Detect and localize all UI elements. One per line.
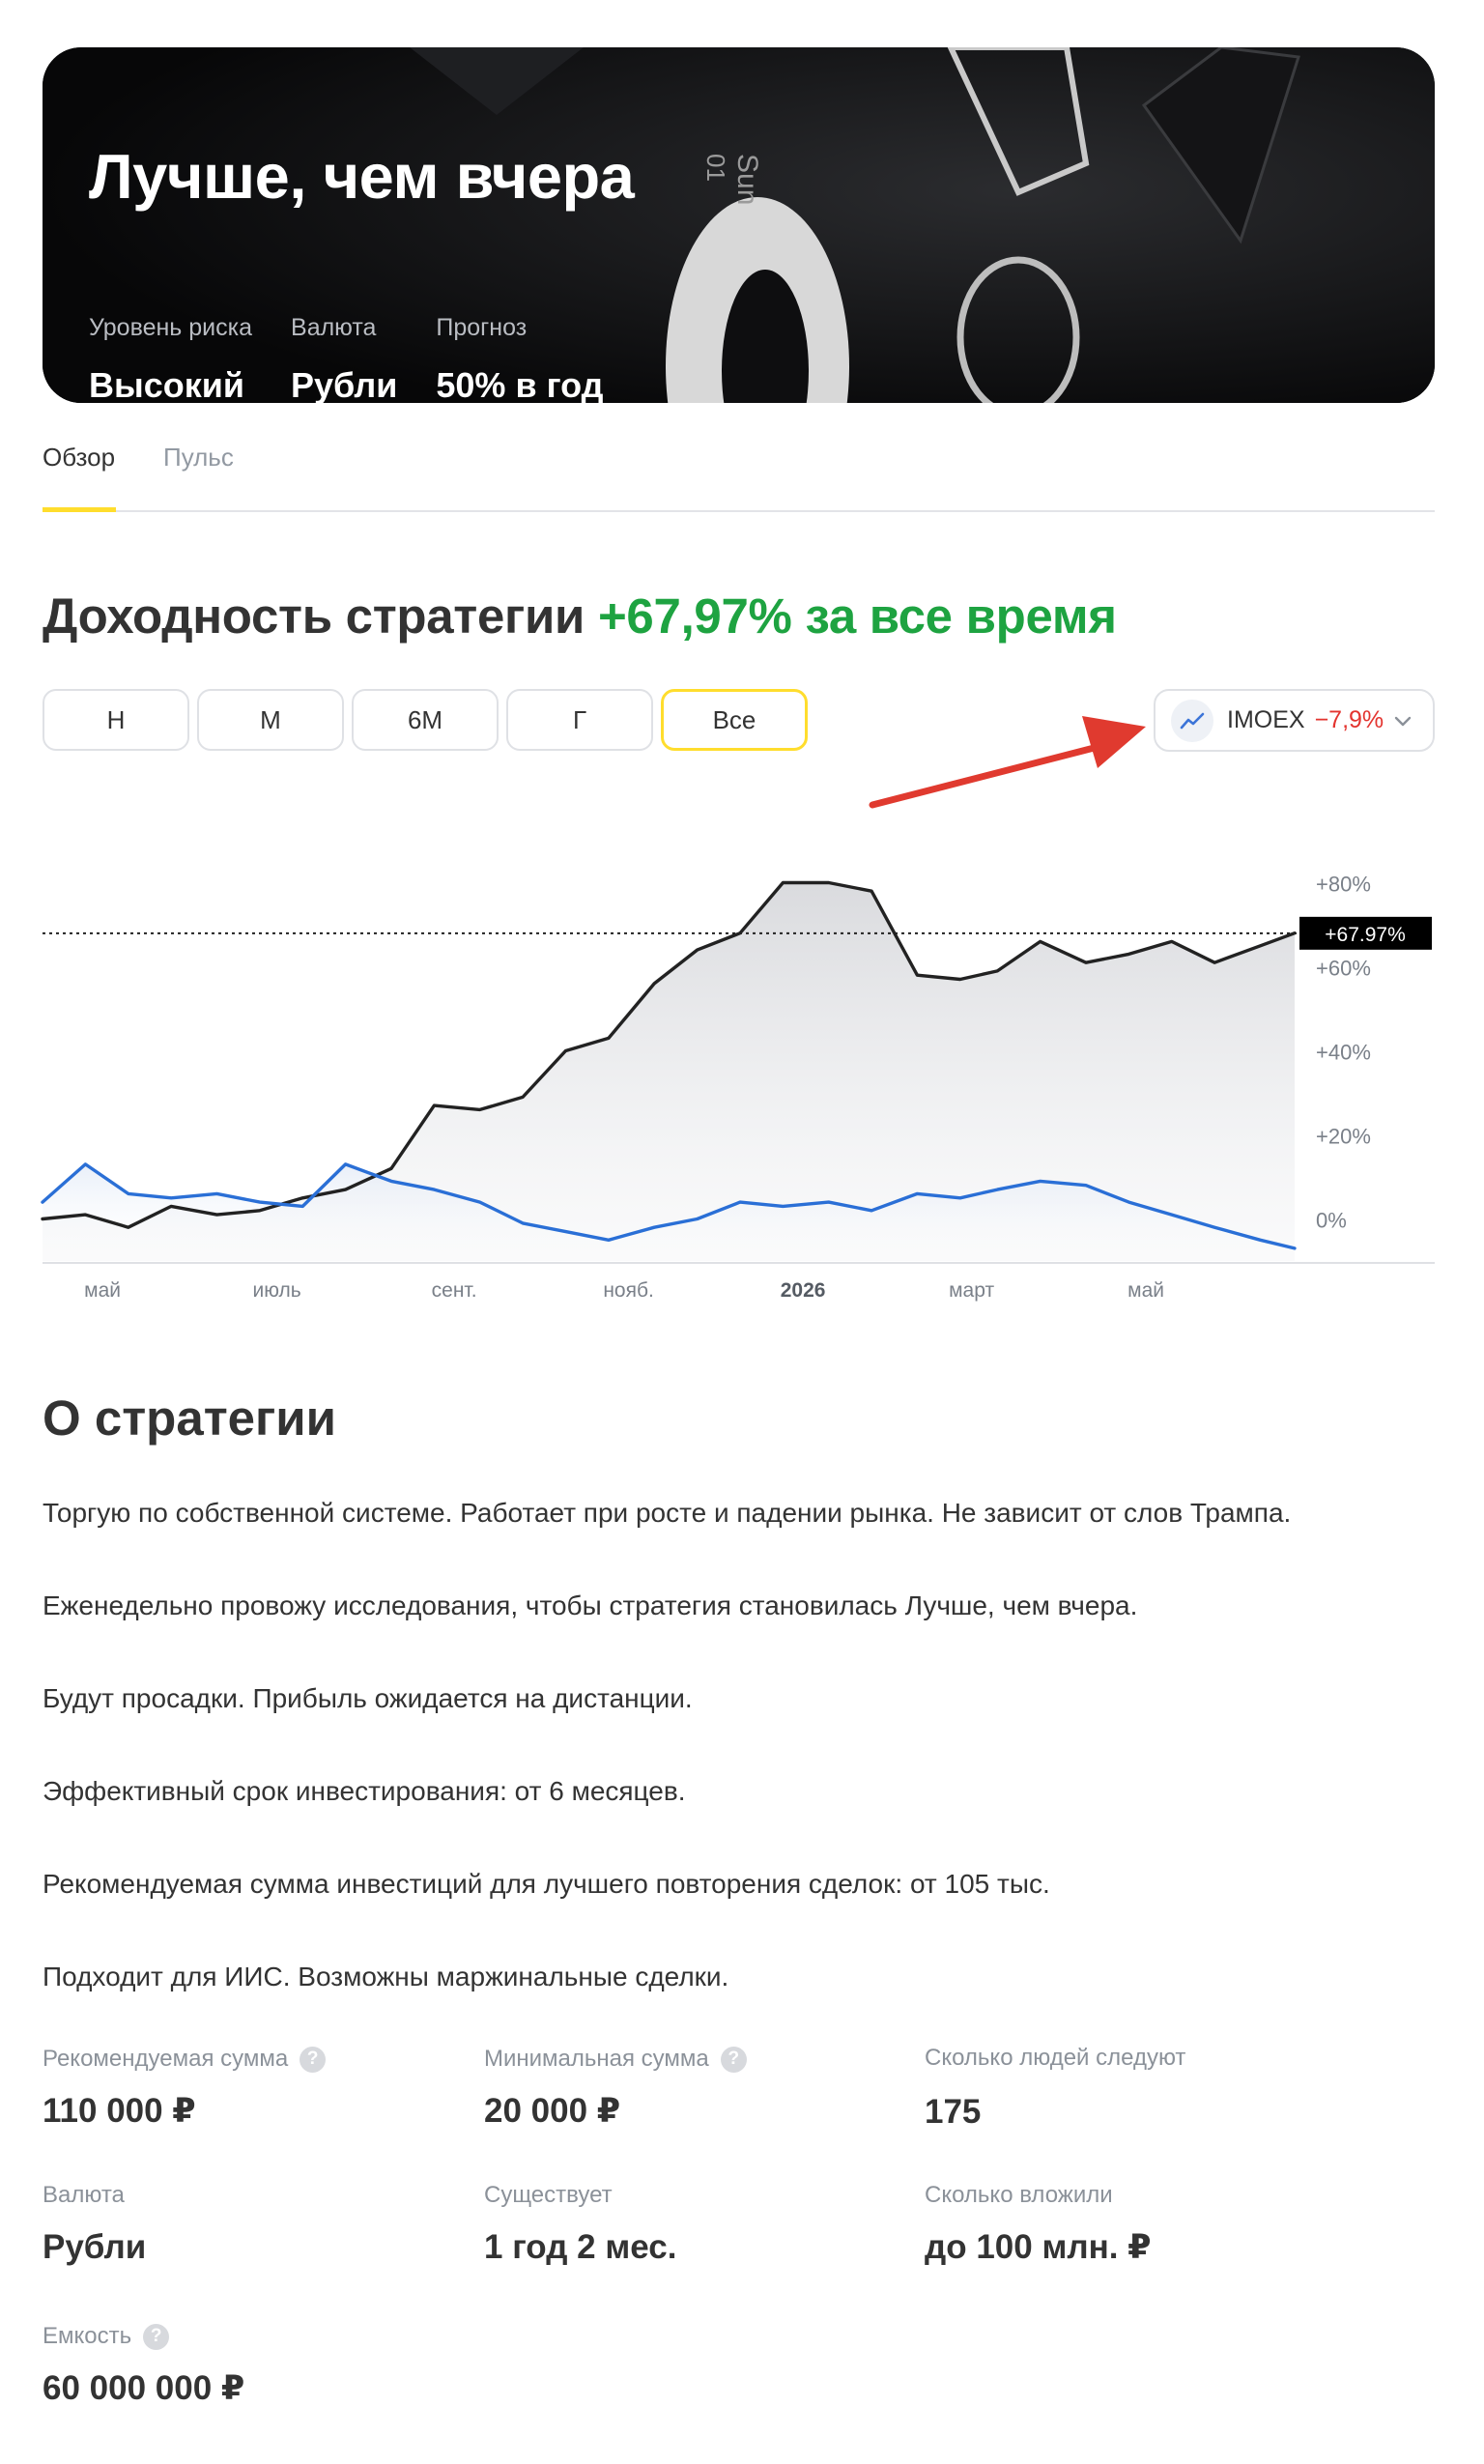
stat-label: Минимальная сумма (484, 2046, 709, 2072)
stat-value: Рубли (43, 2228, 147, 2266)
stat-capacity: Емкость? 60 000 000 ₽ (43, 2323, 244, 2408)
strategy-title: Лучше, чем вчера (89, 141, 635, 212)
fact-value: Рубли (291, 365, 398, 403)
stat-value: 1 год 2 мес. (484, 2228, 677, 2266)
period-week-button[interactable]: Н (43, 689, 189, 751)
benchmark-name: IMOEX (1227, 706, 1305, 733)
forecast-fact: Прогноз 50% в год (436, 314, 603, 403)
active-tab-indicator (43, 507, 116, 512)
returns-chart: +80% +60% +40% +20% 0% +67.97% май июль сент. ноя… (41, 873, 1435, 1302)
stat-value: 110 000 ₽ (43, 2092, 196, 2130)
stat-label: Сколько вложили (925, 2182, 1113, 2208)
about-paragraph: Эффективный срок инвестирования: от 6 ме… (43, 1776, 686, 1806)
stat-invested: Сколько вложили до 100 млн. ₽ (925, 2182, 1152, 2267)
about-heading: О стратегии (43, 1390, 336, 1446)
help-icon[interactable]: ? (300, 2046, 327, 2073)
benchmark-select[interactable]: IMOEX −7,9% (1154, 689, 1435, 752)
period-month-button[interactable]: М (197, 689, 344, 751)
y-tick-label: +80% (1316, 873, 1371, 897)
stat-value: 175 (925, 2093, 982, 2131)
stat-label: Емкость (43, 2323, 132, 2349)
returns-heading: Доходность стратегии +67,97% за все врем… (43, 587, 1117, 645)
y-tick-label: +20% (1316, 1125, 1371, 1149)
x-tick-label: май (84, 1279, 121, 1302)
stat-label: Валюта (43, 2182, 125, 2208)
period-all-button[interactable]: Все (661, 689, 808, 751)
current-value-label: +67.97% (1325, 924, 1406, 946)
y-tick-label: +40% (1316, 1041, 1371, 1065)
stat-minimum-amount: Минимальная сумма? 20 000 ₽ (484, 2046, 747, 2131)
fact-label: Уровень риска (89, 314, 253, 341)
hero-watch-day: Sun (731, 154, 763, 205)
about-paragraph: Подходит для ИИС. Возможны маржинальные … (43, 1962, 729, 1991)
chevron-down-icon (1392, 710, 1413, 736)
period-year-button[interactable]: Г (506, 689, 653, 751)
stat-recommended-amount: Рекомендуемая сумма? 110 000 ₽ (43, 2046, 327, 2131)
about-paragraph: Еженедельно провожу исследования, чтобы … (43, 1590, 1138, 1620)
benchmark-change: −7,9% (1314, 706, 1384, 733)
about-paragraph: Будут просадки. Прибыль ожидается на дис… (43, 1683, 693, 1713)
x-tick-label: май (1127, 1279, 1164, 1302)
trend-line-icon (1171, 699, 1213, 742)
risk-level-fact: Уровень риска Высокий (89, 314, 252, 403)
stat-value: 60 000 000 ₽ (43, 2369, 245, 2407)
y-tick-label: 0% (1316, 1209, 1347, 1233)
tab-pulse[interactable]: Пульс (163, 443, 234, 473)
hero-watch-date: 01 (701, 154, 730, 182)
currency-fact: Валюта Рубли (291, 314, 397, 403)
stat-label: Сколько людей следуют (925, 2045, 1186, 2071)
about-paragraph: Рекомендуемая сумма инвестиций для лучше… (43, 1869, 1050, 1899)
x-tick-label: 2026 (781, 1279, 826, 1302)
x-tick-label: сент. (432, 1279, 477, 1302)
x-tick-label: март (949, 1279, 994, 1302)
stat-value: до 100 млн. ₽ (925, 2228, 1152, 2266)
x-tick-label: июль (252, 1279, 300, 1302)
stat-followers: Сколько людей следуют 175 (925, 2045, 1185, 2132)
help-icon[interactable]: ? (143, 2323, 170, 2350)
fact-label: Прогноз (436, 314, 528, 341)
strategy-key-facts: Уровень риска Высокий Валюта Рубли Прогн… (89, 314, 642, 403)
fact-value: Высокий (89, 365, 245, 403)
stat-currency: Валюта Рубли (43, 2182, 146, 2267)
stat-value: 20 000 ₽ (484, 2092, 621, 2130)
x-tick-label: нояб. (603, 1279, 654, 1302)
help-icon[interactable]: ? (720, 2046, 747, 2073)
tab-overview[interactable]: Обзор (43, 443, 115, 473)
stat-existence: Существует 1 год 2 мес. (484, 2182, 676, 2267)
fact-label: Валюта (291, 314, 377, 341)
y-tick-label: +60% (1316, 957, 1371, 981)
fact-value: 50% в год (436, 365, 604, 403)
returns-heading-text: Доходность стратегии (43, 588, 585, 644)
strategy-tabs: Обзор Пульс (43, 435, 1435, 512)
period-6month-button[interactable]: 6М (352, 689, 499, 751)
strategy-hero-card: Sun 01 Лучше, чем вчера Уровень риска Вы… (43, 47, 1435, 403)
stat-label: Существует (484, 2182, 613, 2208)
period-selector: Н М 6М Г Все (43, 689, 815, 751)
returns-total-value: +67,97% за все время (597, 588, 1117, 644)
about-paragraph: Торгую по собственной системе. Работает … (43, 1498, 1292, 1528)
stat-label: Рекомендуемая сумма (43, 2046, 289, 2072)
